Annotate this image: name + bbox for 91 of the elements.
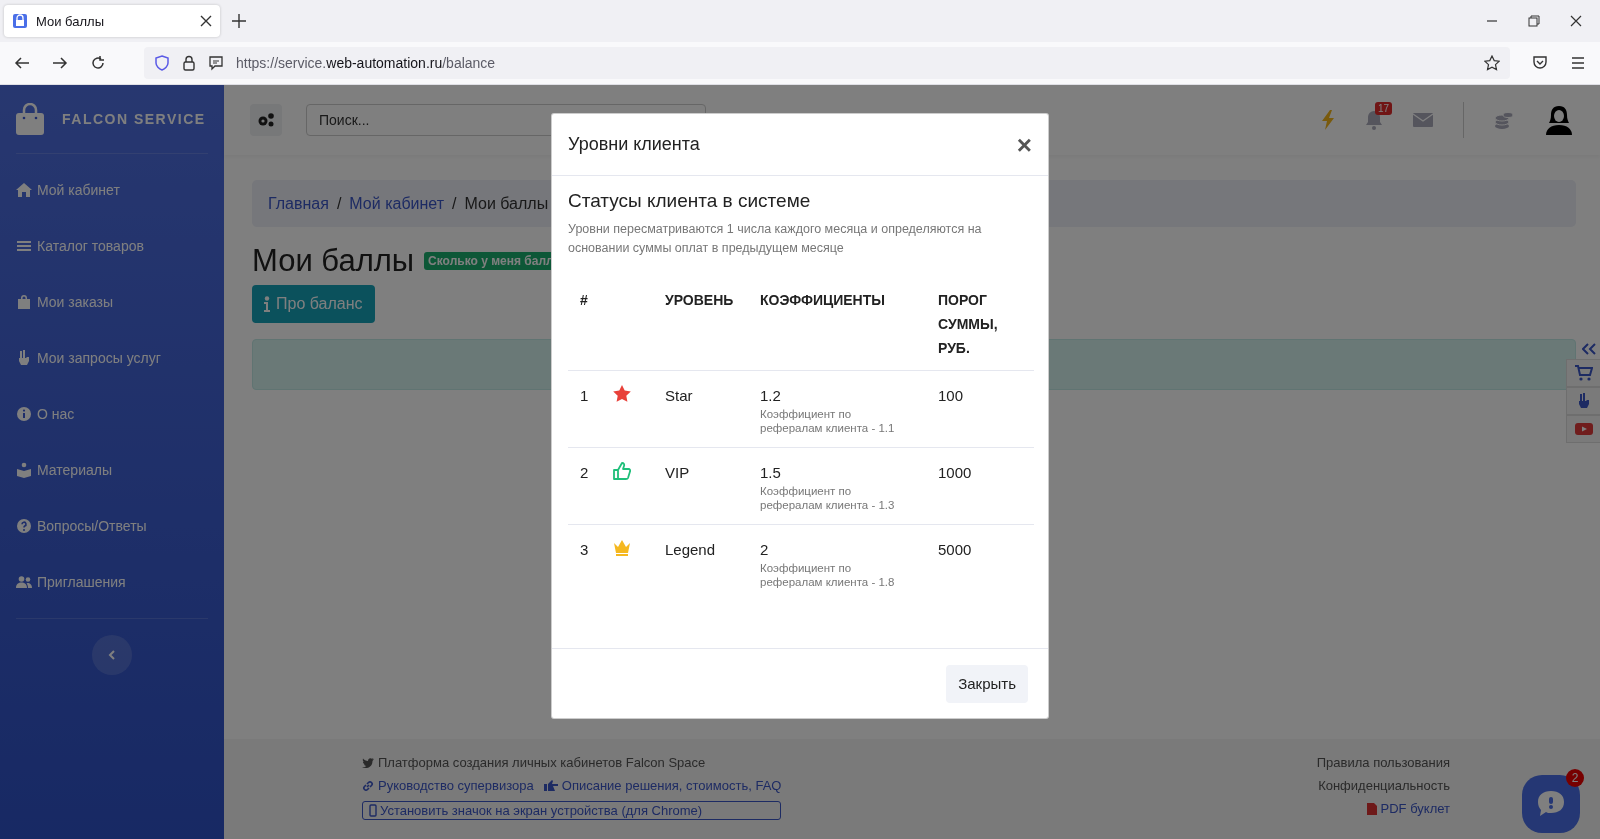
users-icon [16, 574, 32, 590]
sidebar-item[interactable]: Приглашения [16, 554, 208, 610]
home-icon [16, 182, 32, 198]
breadcrumb-current: Мои баллы [464, 194, 549, 213]
sidebar-item[interactable]: Материалы [16, 442, 208, 498]
table-cell: 3 [568, 524, 601, 601]
table-cell: 1 [568, 370, 601, 448]
restore-icon[interactable] [1528, 15, 1540, 27]
menu-icon[interactable] [1570, 55, 1586, 71]
bell-icon[interactable] [1365, 110, 1383, 130]
reader-icon [16, 462, 32, 478]
install-button[interactable]: Установить значок на экран устройства (для Chrome) [362, 801, 782, 820]
crown-icon [613, 539, 631, 557]
breadcrumb-link[interactable]: Главная [268, 194, 329, 213]
column-header: КОЭФФИЦИЕНТЫ [748, 284, 926, 371]
footer-link[interactable]: Конфиденциальность [1318, 778, 1450, 793]
sidebar-item[interactable]: Мой кабинет [16, 162, 208, 218]
star-outline-icon[interactable] [1484, 55, 1500, 71]
breadcrumb-separator: / [452, 194, 457, 213]
forward-icon[interactable] [52, 55, 68, 71]
link-icon [362, 779, 374, 792]
hand-icon [16, 350, 32, 366]
table-cell: 5000 [926, 524, 1034, 601]
hand-button[interactable] [1566, 387, 1600, 415]
brand-name[interactable]: FALCON SERVICE [62, 111, 206, 127]
tab-title: Мои баллы [36, 13, 105, 29]
pdf-icon [1366, 802, 1377, 815]
coefficient-value: 1.2 [760, 386, 782, 406]
close-icon[interactable] [200, 15, 212, 27]
list-icon [16, 238, 32, 254]
shield-icon [154, 55, 170, 71]
modal-title: Уровни клиента [568, 134, 701, 155]
settings-button[interactable] [250, 104, 282, 136]
coefficient-note: Коэффициент по рефералам клиента - 1.3 [760, 484, 896, 512]
table-cell: 1000 [926, 447, 1034, 525]
phone-icon [369, 804, 377, 817]
play-icon [1574, 423, 1593, 435]
browser-tab[interactable]: Мои баллы [4, 5, 220, 37]
coefficient-value: 2 [760, 540, 770, 560]
lock-icon[interactable] [182, 55, 196, 71]
sidebar-item[interactable]: О нас [16, 386, 208, 442]
chat-icon [1536, 789, 1566, 819]
table-cell: VIP [653, 447, 748, 525]
chat-button[interactable] [1522, 775, 1580, 833]
thumbs-right-icon [543, 779, 558, 792]
sidebar-item[interactable]: Мои заказы [16, 274, 208, 330]
chevron-left-icon [108, 650, 116, 660]
message-icon[interactable] [208, 55, 224, 71]
double-chevron-icon[interactable] [1582, 343, 1596, 355]
page-title: Мои баллы [252, 243, 415, 279]
breadcrumb-link[interactable]: Мой кабинет [349, 194, 445, 213]
question-icon [16, 518, 32, 534]
video-button[interactable] [1566, 415, 1600, 443]
back-icon[interactable] [14, 55, 30, 71]
table-cell: 2 [568, 447, 601, 525]
table-cell: 100 [926, 370, 1034, 448]
new-tab-icon[interactable] [232, 14, 246, 28]
footer-link[interactable]: PDF буклет [1366, 801, 1450, 816]
sidebar-item[interactable]: Вопросы/Ответы [16, 498, 208, 554]
info-icon [264, 296, 270, 312]
footer-link[interactable]: Описание решения, стоимость, FAQ [543, 778, 782, 793]
reload-icon[interactable] [90, 55, 106, 71]
cart-icon [1574, 365, 1593, 381]
column-header: ПОРОГ СУММЫ, РУБ. [926, 284, 1034, 371]
table-cell: Star [653, 370, 748, 448]
sidebar-item[interactable]: Мои запросы услуг [16, 330, 208, 386]
thumbs-up-icon [613, 462, 631, 480]
cart-button[interactable] [1566, 359, 1600, 387]
close-button[interactable]: × [1016, 131, 1032, 158]
column-header: # [568, 284, 601, 371]
footer-link[interactable]: Правила пользования [1316, 755, 1450, 770]
column-header: УРОВЕНЬ [653, 284, 748, 371]
coefficient-note: Коэффициент по рефералам клиента - 1.1 [760, 407, 896, 435]
close-button[interactable]: Закрыть [946, 664, 1028, 703]
footer-text: Платформа создания личных кабинетов Falcon Space [362, 755, 782, 770]
footer-link[interactable]: Руководство супервизора [362, 778, 534, 793]
close-icon[interactable] [1570, 15, 1582, 27]
info-icon [16, 406, 32, 422]
notification-badge: 17 [1375, 102, 1393, 115]
pocket-icon[interactable] [1532, 55, 1548, 71]
modal-heading: Статусы клиента в системе [568, 190, 812, 212]
coefficient-note: Коэффициент по рефералам клиента - 1.8 [760, 561, 896, 589]
breadcrumb-separator: / [336, 194, 342, 213]
table-cell: Legend [653, 524, 748, 601]
sidebar-item[interactable]: Каталог товаров [16, 218, 208, 274]
star-icon [613, 385, 631, 403]
avatar-icon[interactable] [1544, 105, 1574, 135]
bird-icon [362, 756, 374, 769]
modal-description: Уровни пересматриваются 1 числа каждого месяца и определяются на основании суммы оплат в предыдущем месяце [568, 221, 983, 257]
coefficient-value: 1.5 [760, 463, 782, 483]
info-button[interactable]: Про баланс [252, 285, 375, 323]
